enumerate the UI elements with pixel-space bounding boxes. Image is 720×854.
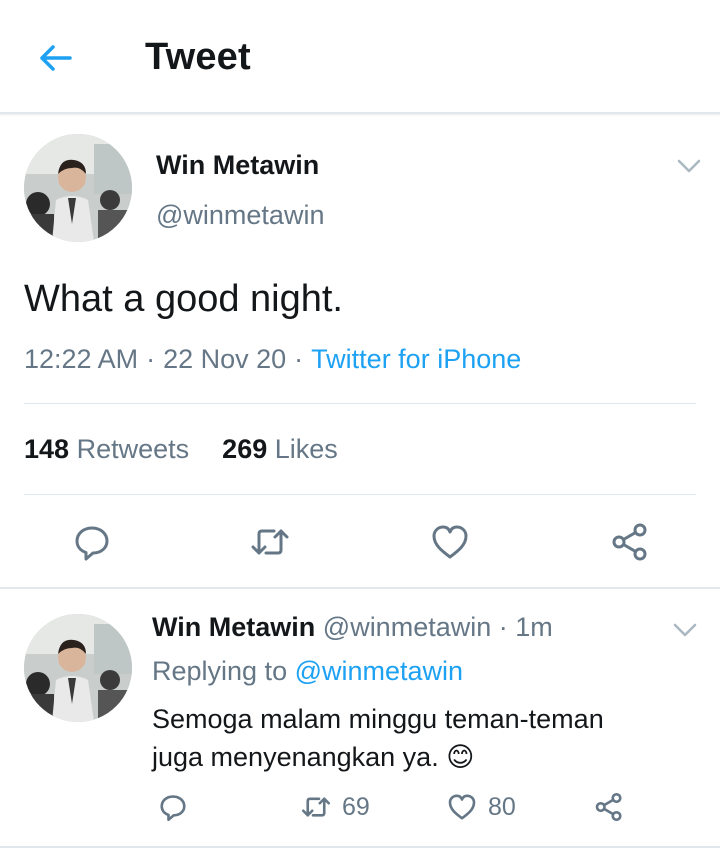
- reply-text-line: Semoga malam minggu teman-teman: [152, 704, 604, 734]
- author-handle[interactable]: @winmetawin: [156, 200, 324, 231]
- back-button[interactable]: [36, 38, 76, 78]
- page-title: Tweet: [145, 36, 251, 78]
- share-icon: [595, 792, 622, 822]
- reply-retweet-count: 69: [342, 792, 370, 821]
- reply-like-count: 80: [488, 792, 516, 821]
- retweet-icon: [251, 529, 289, 555]
- section-divider: [0, 587, 720, 589]
- chevron-down-icon: [677, 159, 701, 173]
- meta-separator: ·: [146, 344, 156, 374]
- heart-icon: [448, 794, 476, 820]
- reply-retweet-button[interactable]: 69: [300, 792, 370, 822]
- reply-text-line: juga menyenangkan ya. 😊: [152, 738, 672, 776]
- reply-author-name[interactable]: Win Metawin: [152, 612, 315, 642]
- chevron-down-icon: [673, 623, 697, 637]
- replying-label: Replying to: [152, 656, 288, 686]
- likes-stat[interactable]: 269 Likes: [222, 434, 338, 464]
- like-button[interactable]: [430, 522, 470, 562]
- comment-icon: [160, 795, 186, 822]
- likes-count: 269: [222, 434, 268, 464]
- author-name[interactable]: Win Metawin: [156, 150, 319, 181]
- retweets-count: 148: [24, 434, 70, 464]
- tweet-time: 12:22 AM: [24, 344, 139, 374]
- reply-text-line2: juga menyenangkan ya.: [152, 742, 439, 772]
- reply-text: Semoga malam minggu teman-teman juga men…: [152, 700, 672, 776]
- meta-separator: ·: [294, 344, 304, 374]
- retweet-button[interactable]: [250, 522, 290, 562]
- comment-icon: [75, 526, 109, 561]
- reply-menu-button[interactable]: [672, 622, 698, 638]
- share-icon: [612, 523, 647, 561]
- reply-timestamp: · 1m: [498, 612, 553, 642]
- reply-author-handle[interactable]: @winmetawin: [323, 612, 491, 642]
- retweets-label: Retweets: [76, 434, 190, 464]
- smile-emoji: 😊: [446, 742, 475, 772]
- app-header: Tweet: [0, 0, 720, 114]
- section-divider: [0, 846, 720, 848]
- reply-reply-button[interactable]: [158, 792, 198, 822]
- tweet-menu-button[interactable]: [676, 158, 702, 174]
- reply-like-button[interactable]: 80: [446, 792, 516, 822]
- reply-share-button[interactable]: [594, 792, 634, 822]
- divider: [24, 494, 696, 495]
- arrow-left-icon: [40, 45, 72, 71]
- retweet-icon: [301, 797, 331, 817]
- retweets-stat[interactable]: 148 Retweets: [24, 434, 189, 464]
- reply-header: Win Metawin @winmetawin · 1m: [152, 612, 553, 643]
- share-button[interactable]: [610, 522, 650, 562]
- tweet-meta: 12:22 AM · 22 Nov 20 · Twitter for iPhone: [24, 344, 521, 375]
- heart-icon: [432, 525, 468, 559]
- reply-button[interactable]: [72, 522, 112, 562]
- tweet-stats: 148 Retweets 269 Likes: [24, 434, 338, 465]
- avatar[interactable]: [24, 134, 132, 242]
- tweet-source-link[interactable]: Twitter for iPhone: [311, 344, 521, 374]
- likes-label: Likes: [274, 434, 338, 464]
- replying-to: Replying to @winmetawin: [152, 656, 463, 687]
- tweet-date: 22 Nov 20: [163, 344, 287, 374]
- tweet-text: What a good night.: [24, 278, 343, 320]
- divider: [24, 403, 696, 404]
- reply-avatar[interactable]: [24, 614, 132, 722]
- replying-mention-link[interactable]: @winmetawin: [295, 656, 463, 686]
